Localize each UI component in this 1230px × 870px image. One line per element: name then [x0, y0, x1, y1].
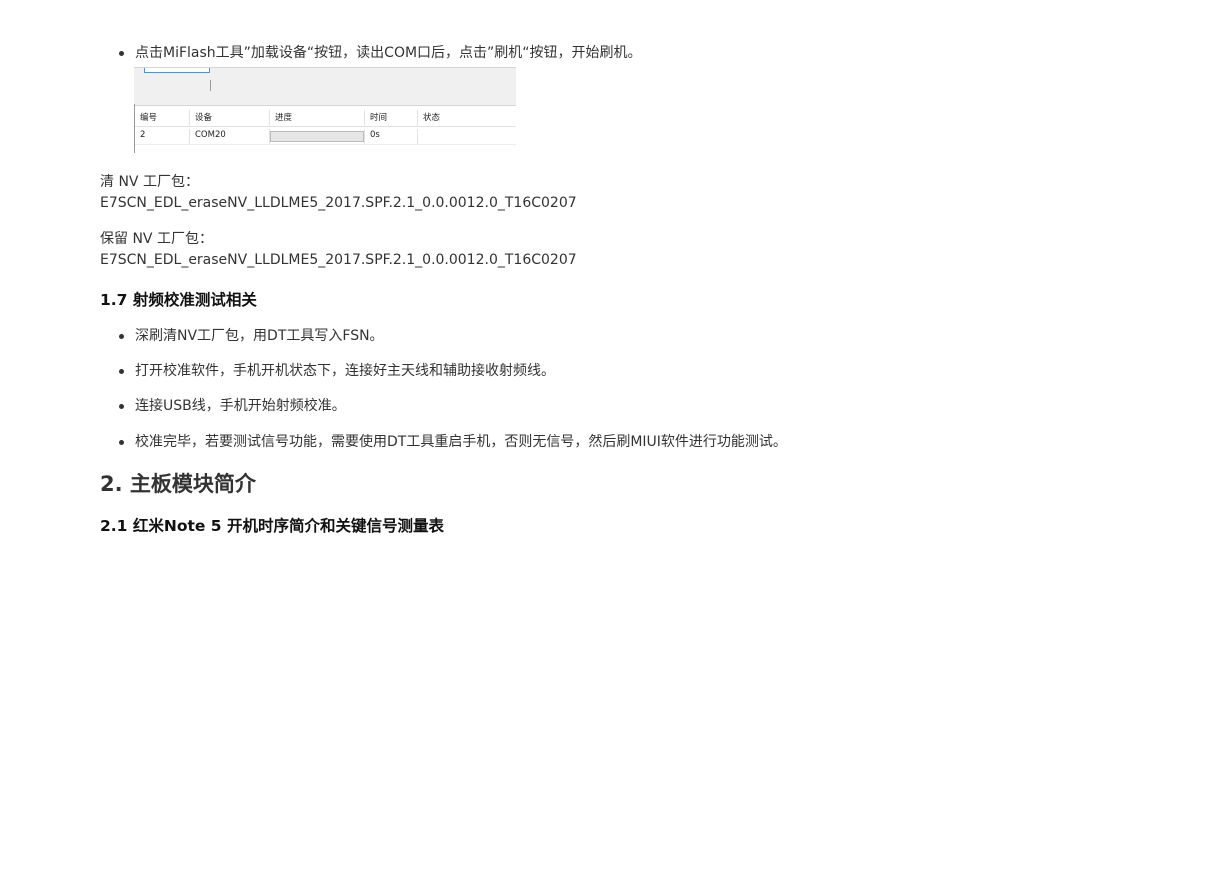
device-grid: 编号 设备 进度 时间 状态 2 COM20 0s [135, 110, 516, 145]
document-page: 点击MiFlash工具”加载设备“按钮，读出COM口后，点击”刷机“按钮，开始刷… [0, 0, 1230, 870]
flash-steps-list: 点击MiFlash工具”加载设备“按钮，读出COM口后，点击”刷机“按钮，开始刷… [100, 44, 642, 62]
miflash-screenshot: 编号 设备 进度 时间 状态 2 COM20 0s [134, 62, 516, 153]
flash-step-text: 点击MiFlash工具”加载设备“按钮，读出COM口后，点击”刷机“按钮，开始刷… [135, 45, 642, 61]
keep-nv-label: 保留 NV 工厂包： [100, 231, 213, 247]
column-header-device: 设备 [190, 110, 270, 126]
rf-calibration-steps: 深刷清NV工厂包，用DT工具写入FSN。 打开校准软件，手机开机状态下，连接好主… [100, 327, 787, 451]
progress-bar [270, 131, 364, 142]
chapter-heading-mainboard: 2. 主板模块简介 [100, 472, 256, 496]
progress-cell [270, 129, 365, 144]
device-id-cell: 2 [135, 129, 190, 144]
rf-step-text: 深刷清NV工厂包，用DT工具写入FSN。 [135, 328, 384, 344]
time-cell: 0s [365, 129, 418, 144]
list-item: 深刷清NV工厂包，用DT工具写入FSN。 [100, 327, 787, 362]
status-cell [418, 129, 516, 144]
column-header-time: 时间 [365, 110, 418, 126]
table-row: 2 COM20 0s [135, 129, 516, 145]
rf-step-text: 打开校准软件，手机开机状态下，连接好主天线和辅助接收射频线。 [135, 363, 555, 379]
section-heading-power-sequence: 2.1 红米Note 5 开机时序简介和关键信号测量表 [100, 517, 444, 535]
clear-nv-label: 清 NV 工厂包： [100, 174, 199, 190]
clear-nv-package: 清 NV 工厂包： E7SCN_EDL_eraseNV_LLDLME5_2017… [100, 172, 577, 214]
keep-nv-filename: E7SCN_EDL_eraseNV_LLDLME5_2017.SPF.2.1_0… [100, 252, 577, 268]
list-item: 连接USB线，手机开始射频校准。 [100, 397, 787, 432]
column-header-id: 编号 [135, 110, 190, 126]
section-heading-rf-calibration: 1.7 射频校准测试相关 [100, 291, 257, 309]
miflash-toolbar [134, 67, 516, 106]
grid-header-row: 编号 设备 进度 时间 状态 [135, 110, 516, 127]
load-device-button [144, 68, 210, 73]
column-header-progress: 进度 [270, 110, 365, 126]
list-item: 点击MiFlash工具”加载设备“按钮，读出COM口后，点击”刷机“按钮，开始刷… [100, 44, 642, 62]
column-header-status: 状态 [423, 113, 441, 123]
list-item: 打开校准软件，手机开机状态下，连接好主天线和辅助接收射频线。 [100, 362, 787, 397]
device-port-cell: COM20 [190, 129, 270, 144]
keep-nv-package: 保留 NV 工厂包： E7SCN_EDL_eraseNV_LLDLME5_201… [100, 229, 577, 271]
clear-nv-filename: E7SCN_EDL_eraseNV_LLDLME5_2017.SPF.2.1_0… [100, 195, 577, 211]
rf-step-text: 校准完毕，若要测试信号功能，需要使用DT工具重启手机，否则无信号，然后刷MIUI… [135, 434, 787, 450]
list-item: 校准完毕，若要测试信号功能，需要使用DT工具重启手机，否则无信号，然后刷MIUI… [100, 433, 787, 451]
toolbar-separator [210, 80, 211, 91]
rf-step-text: 连接USB线，手机开始射频校准。 [135, 398, 346, 414]
